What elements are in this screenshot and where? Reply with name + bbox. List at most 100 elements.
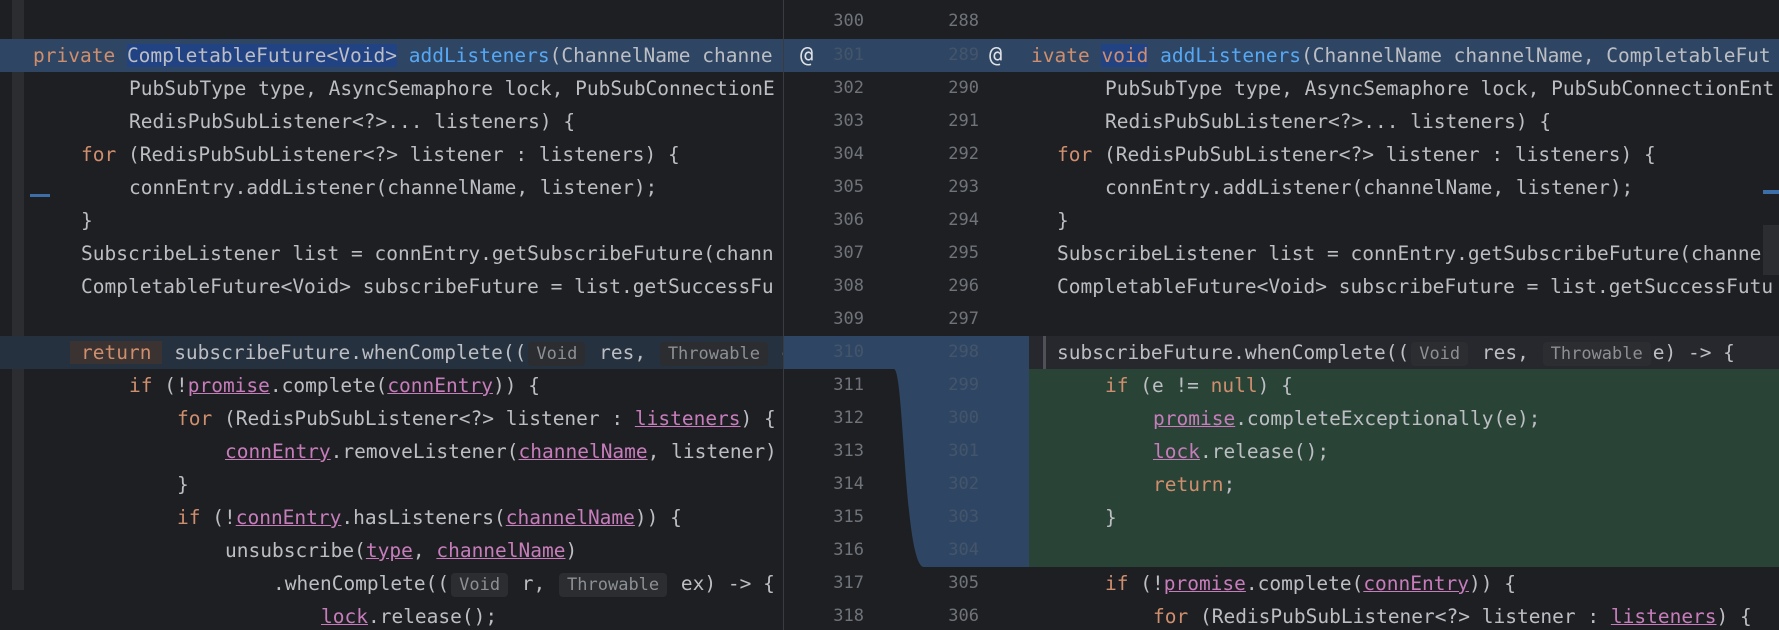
left-line-number: 304: [833, 144, 864, 164]
keyword: ivate: [1031, 44, 1090, 67]
code-text: (!: [200, 506, 236, 529]
keyword: for: [1057, 143, 1093, 166]
code-line[interactable]: connEntry.removeListener(channelName, li…: [0, 435, 783, 468]
code-text: }: [1105, 506, 1117, 529]
keyword: null: [1210, 374, 1258, 397]
code-line[interactable]: return subscribeFuture.whenComplete((Voi…: [0, 336, 783, 369]
field-ref: listeners: [634, 407, 741, 430]
left-editor-pane[interactable]: private CompletableFuture<Void> addListe…: [0, 0, 783, 630]
code-line[interactable]: unsubscribe(type, channelName): [0, 534, 783, 567]
code-text: res,: [1470, 341, 1541, 364]
keyword: return: [1153, 473, 1224, 496]
code-line[interactable]: for (RedisPubSubListener<?> listener : l…: [1029, 600, 1779, 630]
left-line-number: 309: [833, 309, 864, 329]
right-scrollbar-thumb[interactable]: [1763, 225, 1779, 275]
code-line[interactable]: return;: [1029, 468, 1779, 501]
code-text: (ChannelName channe: [549, 44, 773, 67]
code-line[interactable]: lock.release();: [1029, 435, 1779, 468]
code-line[interactable]: CompletableFuture<Void> subscribeFuture …: [0, 270, 783, 303]
code-text: }: [177, 473, 189, 496]
right-line-number: 289: [948, 45, 979, 65]
return-type: void: [1101, 44, 1149, 67]
code-text: )) {: [634, 506, 682, 529]
code-line[interactable]: }: [0, 468, 783, 501]
left-line-number: 301: [833, 45, 864, 65]
code-line[interactable]: }: [1029, 501, 1779, 534]
code-line[interactable]: connEntry.addListener(channelName, liste…: [0, 171, 783, 204]
field-ref: promise: [187, 374, 270, 397]
field-ref: listeners: [1610, 605, 1717, 628]
method-name: addListeners: [1160, 44, 1302, 67]
code-line[interactable]: promise.completeExceptionally(e);: [1029, 402, 1779, 435]
code-text: .complete(: [1245, 572, 1364, 595]
left-line-number: 312: [833, 408, 864, 428]
code-text: SubscribeListener list = connEntry.getSu…: [1057, 242, 1762, 265]
return-type: CompletableFuture<Void>: [126, 44, 397, 67]
left-line-number: 311: [833, 375, 864, 395]
right-line-number: 293: [948, 177, 979, 197]
code-line[interactable]: for (RedisPubSubListener<?> listener : l…: [1029, 138, 1779, 171]
left-line-number: 318: [833, 606, 864, 626]
inlay-hint: Void: [451, 573, 509, 597]
code-text: (RedisPubSubListener<?> listener :: [1188, 605, 1611, 628]
code-line[interactable]: if (!connEntry.hasListeners(channelName)…: [0, 501, 783, 534]
left-line-number: 302: [833, 78, 864, 98]
code-line[interactable]: connEntry.addListener(channelName, liste…: [1029, 171, 1779, 204]
left-line-number: 316: [833, 540, 864, 560]
code-line[interactable]: }: [0, 204, 783, 237]
field-ref: connEntry: [387, 374, 493, 397]
code-line[interactable]: RedisPubSubListener<?>... listeners) {: [0, 105, 783, 138]
code-text: connEntry.addListener(channelName, liste…: [129, 176, 658, 199]
keyword: if: [129, 374, 153, 397]
code-text: e) -> {: [1652, 341, 1735, 364]
code-line[interactable]: for (RedisPubSubListener<?> listener : l…: [0, 402, 783, 435]
right-line-number: 302: [948, 474, 979, 494]
code-text: (ChannelName channelName, CompletableFut: [1301, 44, 1771, 67]
code-text: ex) -> {: [669, 572, 775, 595]
left-line-number: 305: [833, 177, 864, 197]
field-ref: lock: [321, 605, 368, 628]
field-ref: channelName: [505, 506, 635, 529]
code-text: CompletableFuture<Void> subscribeFuture …: [81, 275, 774, 298]
code-text: .complete(: [269, 374, 388, 397]
keyword: for: [1153, 605, 1189, 628]
code-line[interactable]: PubSubType type, AsyncSemaphore lock, Pu…: [1029, 72, 1779, 105]
left-line-number: 310: [833, 342, 864, 362]
code-text: CompletableFuture<Void> subscribeFuture …: [1057, 275, 1774, 298]
code-text: (!: [152, 374, 188, 397]
code-line[interactable]: RedisPubSubListener<?>... listeners) {: [1029, 105, 1779, 138]
code-line[interactable]: for (RedisPubSubListener<?> listener : l…: [0, 138, 783, 171]
code-line[interactable]: .whenComplete((Void r, Throwable ex) -> …: [0, 567, 783, 600]
code-line[interactable]: ivate void addListeners(ChannelName chan…: [1029, 39, 1779, 72]
code-line[interactable]: if (!promise.complete(connEntry)) {: [0, 369, 783, 402]
change-marker: [1763, 190, 1779, 194]
code-line[interactable]: if (!promise.complete(connEntry)) {: [1029, 567, 1779, 600]
code-line[interactable]: private CompletableFuture<Void> addListe…: [0, 39, 783, 72]
code-line[interactable]: }: [1029, 204, 1779, 237]
code-text: ;: [1223, 473, 1236, 496]
left-line-number: 313: [833, 441, 864, 461]
code-line[interactable]: if (e != null) {: [1029, 369, 1779, 402]
code-line[interactable]: SubscribeListener list = connEntry.getSu…: [0, 237, 783, 270]
left-line-number: 303: [833, 111, 864, 131]
right-editor-pane[interactable]: ivate void addListeners(ChannelName chan…: [1029, 0, 1779, 630]
code-text: subscribeFuture.whenComplete((: [162, 341, 527, 364]
left-line-number: 307: [833, 243, 864, 263]
keyword: return: [70, 341, 163, 364]
code-line[interactable]: PubSubType type, AsyncSemaphore lock, Pu…: [0, 72, 783, 105]
code-text: .whenComplete((: [273, 572, 450, 595]
right-line-number: 301: [948, 441, 979, 461]
code-line[interactable]: SubscribeListener list = connEntry.getSu…: [1029, 237, 1779, 270]
code-text: (RedisPubSubListener<?> listener : liste…: [116, 143, 680, 166]
method-name: addListeners: [408, 44, 550, 67]
at-icon[interactable]: @: [989, 39, 1002, 72]
code-text: unsubscribe(: [225, 539, 366, 562]
right-line-number: 291: [948, 111, 979, 131]
code-line[interactable]: CompletableFuture<Void> subscribeFuture …: [1029, 270, 1779, 303]
code-text: RedisPubSubListener<?>... listeners) {: [129, 110, 576, 133]
right-line-number: 296: [948, 276, 979, 296]
code-line[interactable]: subscribeFuture.whenComplete((Void res, …: [1029, 336, 1779, 369]
code-line[interactable]: lock.release();: [0, 600, 783, 630]
code-text: subscribeFuture.whenComplete((: [1057, 341, 1410, 364]
field-ref: lock: [1153, 440, 1200, 463]
